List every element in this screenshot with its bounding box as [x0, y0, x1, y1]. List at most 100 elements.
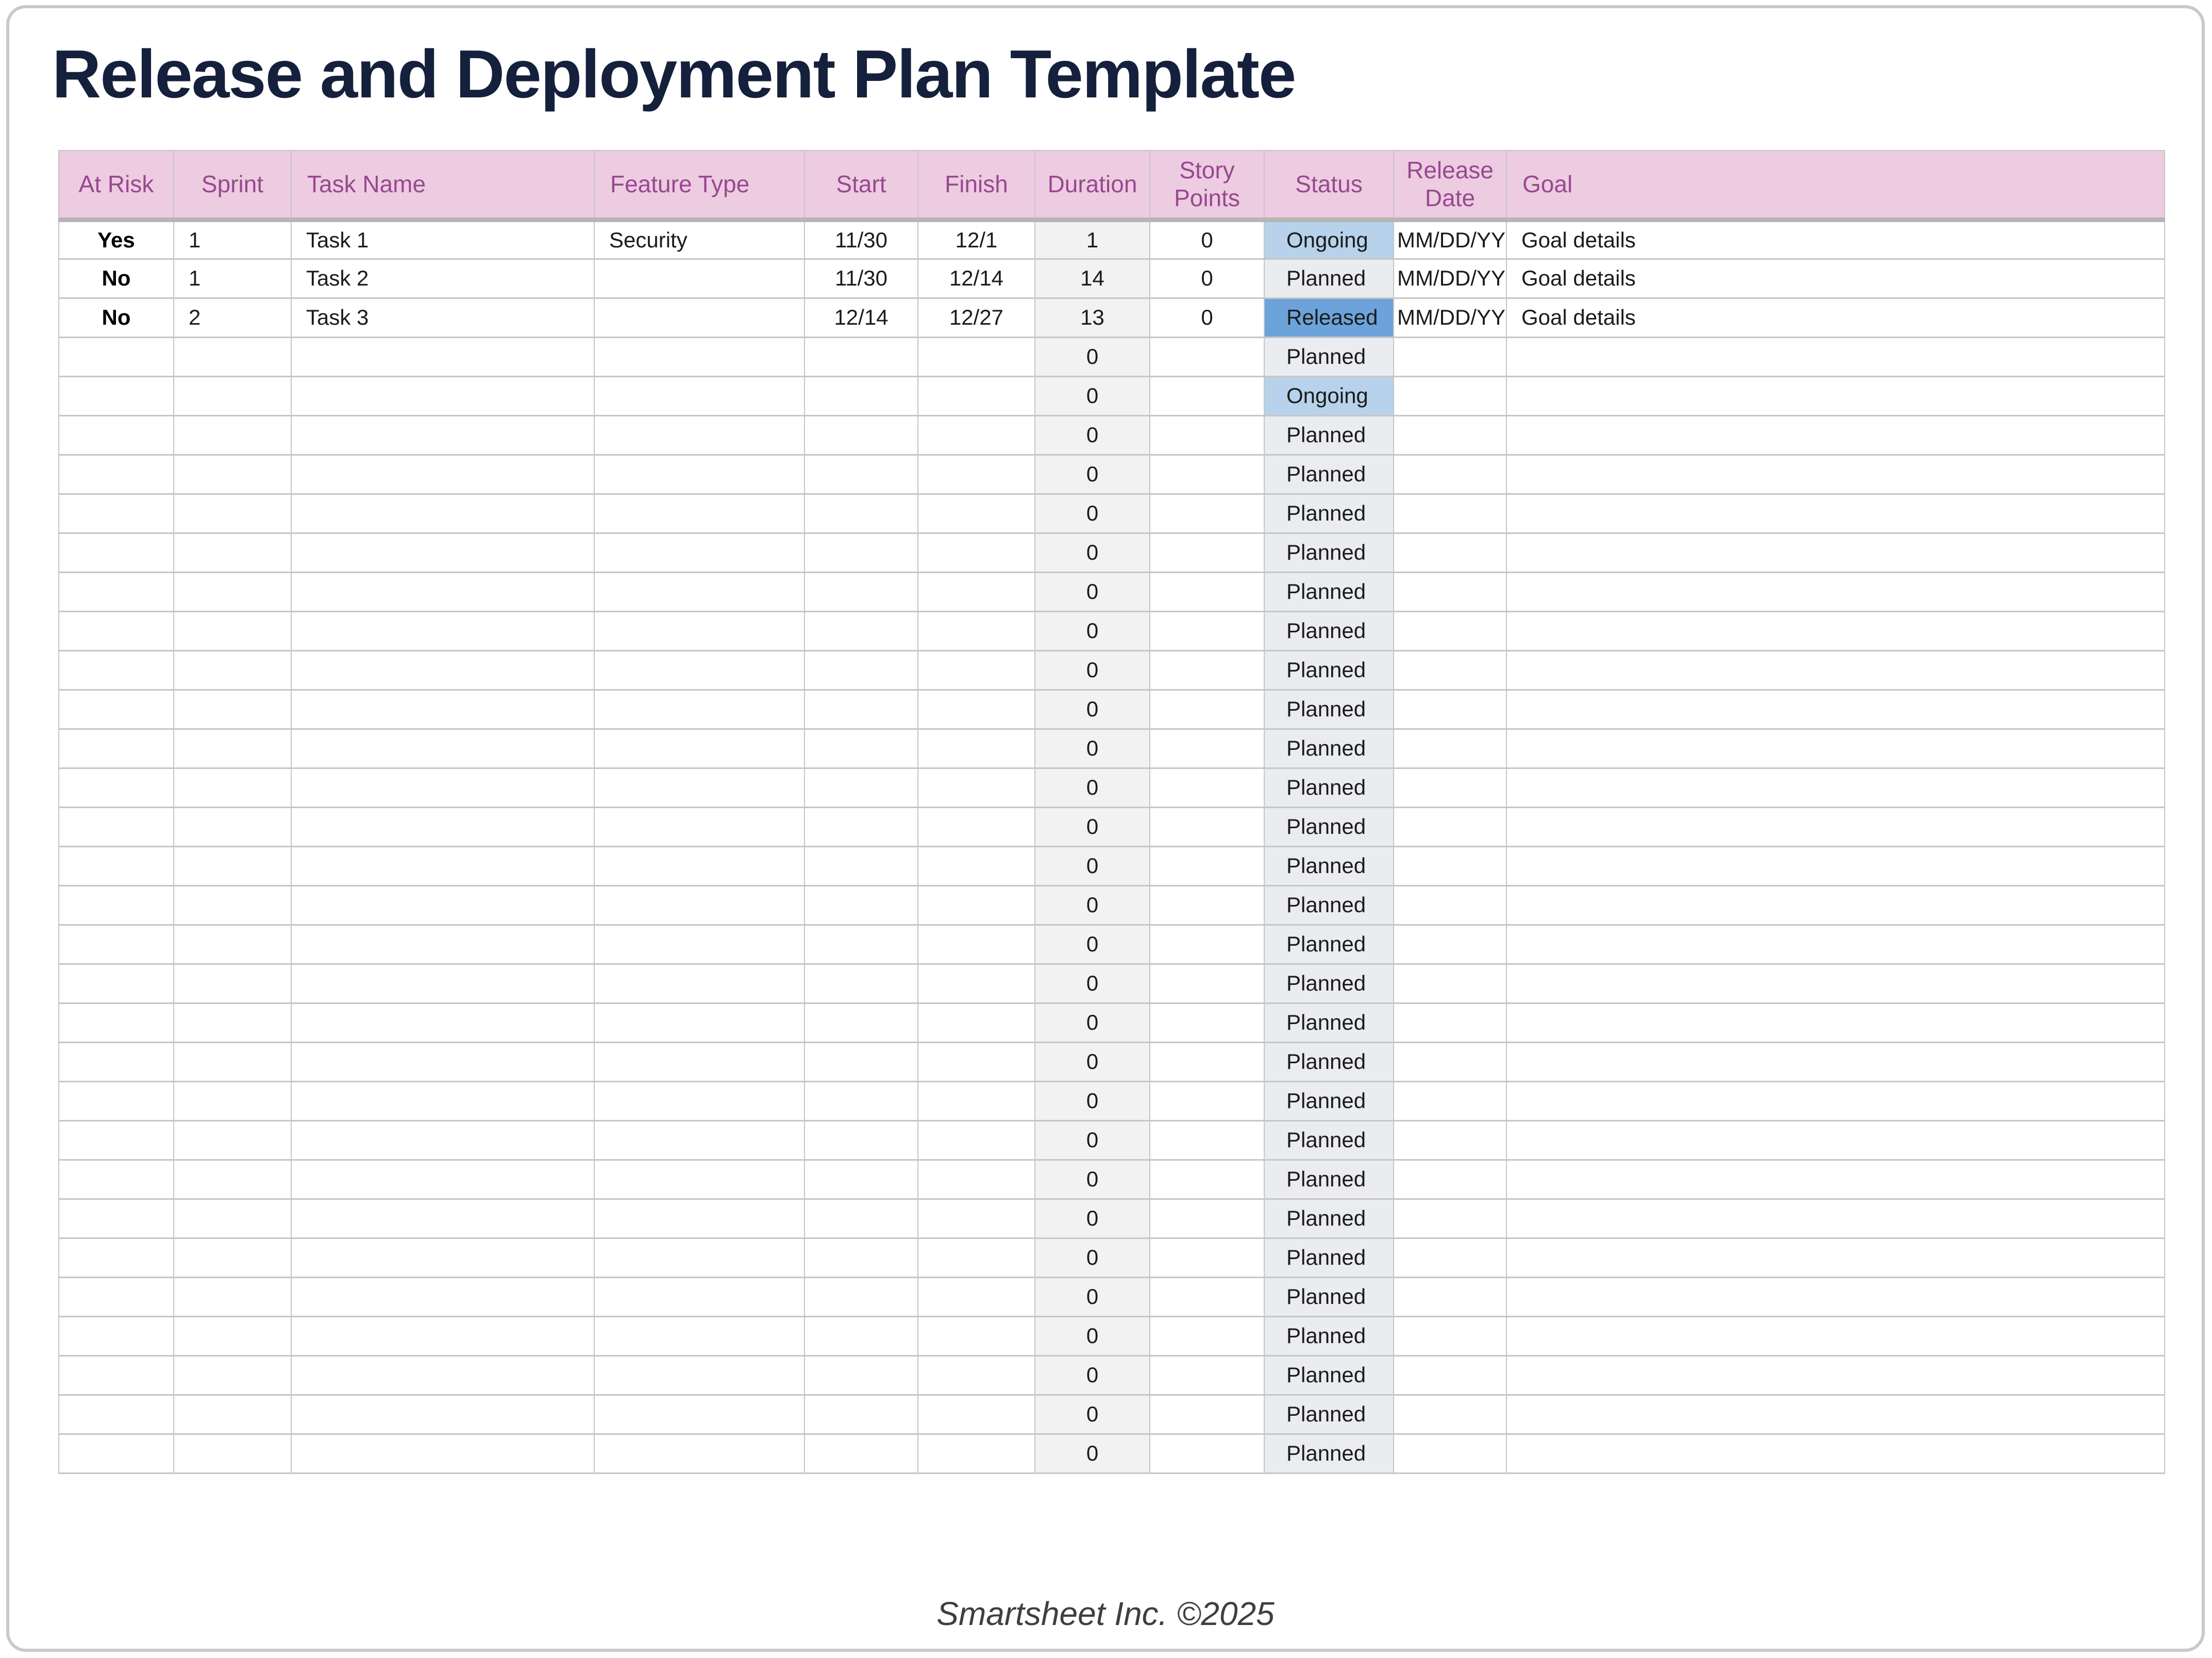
cell-sprint[interactable]: [174, 1434, 291, 1473]
cell-start[interactable]: [805, 768, 918, 807]
cell-release-date[interactable]: [1394, 1081, 1506, 1120]
cell-feature-type[interactable]: [594, 690, 805, 729]
cell-finish[interactable]: [918, 415, 1035, 455]
cell-goal[interactable]: [1506, 1395, 2165, 1434]
cell-status[interactable]: Planned: [1264, 1238, 1394, 1277]
cell-goal[interactable]: [1506, 1042, 2165, 1081]
cell-duration[interactable]: 0: [1035, 1355, 1150, 1395]
cell-at-risk[interactable]: [59, 494, 174, 533]
cell-task-name[interactable]: [291, 807, 594, 846]
cell-goal[interactable]: [1506, 1316, 2165, 1355]
cell-at-risk[interactable]: [59, 376, 174, 415]
column-header-start[interactable]: Start: [805, 150, 918, 220]
cell-goal[interactable]: Goal details: [1506, 298, 2165, 337]
cell-status[interactable]: Ongoing: [1264, 376, 1394, 415]
cell-goal[interactable]: [1506, 1355, 2165, 1395]
cell-story-points[interactable]: [1150, 1003, 1264, 1042]
cell-feature-type[interactable]: [594, 298, 805, 337]
cell-feature-type[interactable]: [594, 455, 805, 494]
cell-at-risk[interactable]: [59, 1277, 174, 1316]
cell-finish[interactable]: [918, 572, 1035, 611]
cell-at-risk[interactable]: [59, 729, 174, 768]
cell-story-points[interactable]: [1150, 1355, 1264, 1395]
cell-at-risk[interactable]: [59, 1120, 174, 1160]
cell-task-name[interactable]: [291, 1160, 594, 1199]
cell-start[interactable]: [805, 925, 918, 964]
cell-finish[interactable]: [918, 846, 1035, 885]
cell-status[interactable]: Planned: [1264, 650, 1394, 690]
cell-release-date[interactable]: [1394, 572, 1506, 611]
cell-status[interactable]: Planned: [1264, 1277, 1394, 1316]
cell-story-points[interactable]: [1150, 846, 1264, 885]
cell-goal[interactable]: [1506, 1160, 2165, 1199]
cell-start[interactable]: [805, 611, 918, 650]
cell-at-risk[interactable]: [59, 1355, 174, 1395]
cell-feature-type[interactable]: [594, 964, 805, 1003]
cell-release-date[interactable]: [1394, 1042, 1506, 1081]
cell-start[interactable]: 11/30: [805, 259, 918, 298]
cell-story-points[interactable]: [1150, 885, 1264, 925]
cell-sprint[interactable]: [174, 807, 291, 846]
cell-sprint[interactable]: [174, 1355, 291, 1395]
cell-status[interactable]: Planned: [1264, 337, 1394, 376]
cell-start[interactable]: [805, 1355, 918, 1395]
cell-feature-type[interactable]: [594, 259, 805, 298]
cell-start[interactable]: 11/30: [805, 220, 918, 259]
cell-task-name[interactable]: [291, 768, 594, 807]
cell-status[interactable]: Released: [1264, 298, 1394, 337]
cell-finish[interactable]: [918, 690, 1035, 729]
cell-finish[interactable]: 12/14: [918, 259, 1035, 298]
cell-at-risk[interactable]: [59, 572, 174, 611]
cell-release-date[interactable]: [1394, 846, 1506, 885]
cell-release-date[interactable]: [1394, 415, 1506, 455]
cell-finish[interactable]: [918, 650, 1035, 690]
cell-sprint[interactable]: [174, 925, 291, 964]
cell-status[interactable]: Planned: [1264, 259, 1394, 298]
cell-duration[interactable]: 0: [1035, 1199, 1150, 1238]
cell-feature-type[interactable]: [594, 729, 805, 768]
cell-task-name[interactable]: [291, 1434, 594, 1473]
cell-task-name[interactable]: [291, 690, 594, 729]
cell-status[interactable]: Planned: [1264, 1355, 1394, 1395]
column-header-duration[interactable]: Duration: [1035, 150, 1150, 220]
cell-task-name[interactable]: [291, 650, 594, 690]
cell-goal[interactable]: [1506, 964, 2165, 1003]
cell-goal[interactable]: [1506, 1199, 2165, 1238]
cell-story-points[interactable]: 0: [1150, 259, 1264, 298]
cell-release-date[interactable]: [1394, 1199, 1506, 1238]
cell-finish[interactable]: [918, 925, 1035, 964]
cell-start[interactable]: [805, 376, 918, 415]
cell-duration[interactable]: 1: [1035, 220, 1150, 259]
cell-release-date[interactable]: [1394, 1160, 1506, 1199]
cell-release-date[interactable]: [1394, 1434, 1506, 1473]
cell-goal[interactable]: [1506, 376, 2165, 415]
cell-status[interactable]: Planned: [1264, 1316, 1394, 1355]
cell-sprint[interactable]: [174, 964, 291, 1003]
cell-duration[interactable]: 0: [1035, 1120, 1150, 1160]
cell-task-name[interactable]: Task 3: [291, 298, 594, 337]
cell-status[interactable]: Planned: [1264, 572, 1394, 611]
cell-release-date[interactable]: [1394, 337, 1506, 376]
cell-goal[interactable]: [1506, 415, 2165, 455]
cell-status[interactable]: Planned: [1264, 611, 1394, 650]
cell-finish[interactable]: 12/27: [918, 298, 1035, 337]
cell-start[interactable]: [805, 1120, 918, 1160]
cell-status[interactable]: Planned: [1264, 1042, 1394, 1081]
cell-sprint[interactable]: [174, 1316, 291, 1355]
cell-finish[interactable]: [918, 533, 1035, 572]
cell-finish[interactable]: [918, 1238, 1035, 1277]
cell-story-points[interactable]: [1150, 1120, 1264, 1160]
cell-release-date[interactable]: [1394, 455, 1506, 494]
cell-story-points[interactable]: [1150, 1042, 1264, 1081]
cell-release-date[interactable]: [1394, 376, 1506, 415]
cell-at-risk[interactable]: [59, 611, 174, 650]
cell-finish[interactable]: [918, 494, 1035, 533]
cell-goal[interactable]: [1506, 1081, 2165, 1120]
cell-feature-type[interactable]: [594, 337, 805, 376]
cell-sprint[interactable]: [174, 337, 291, 376]
cell-story-points[interactable]: [1150, 650, 1264, 690]
cell-feature-type[interactable]: [594, 1042, 805, 1081]
column-header-at-risk[interactable]: At Risk: [59, 150, 174, 220]
cell-at-risk[interactable]: [59, 1316, 174, 1355]
cell-duration[interactable]: 0: [1035, 1395, 1150, 1434]
